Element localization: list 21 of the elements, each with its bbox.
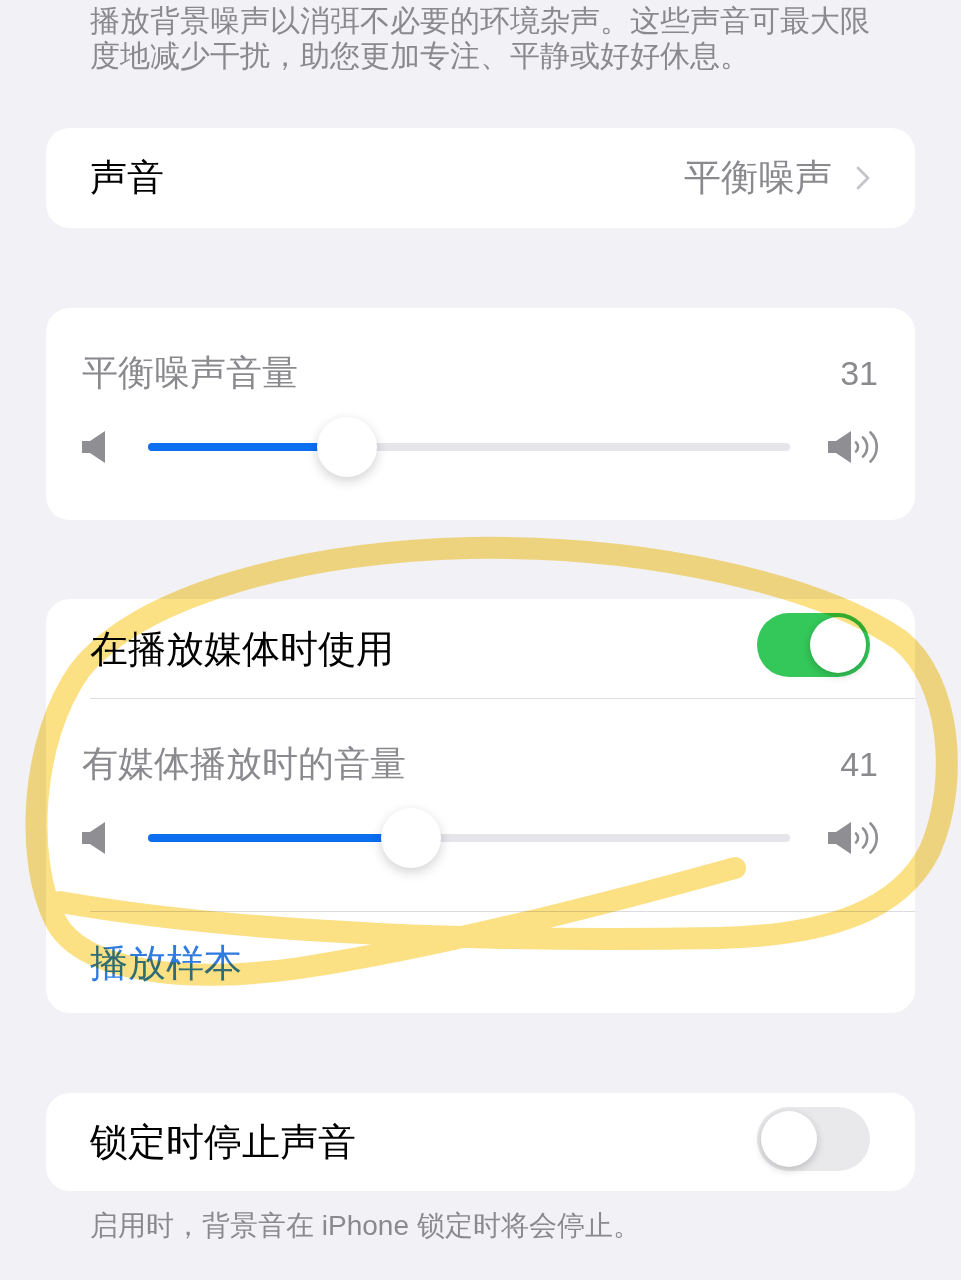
slider-label: 平衡噪声音量 — [82, 351, 298, 395]
slider-value: 31 — [840, 353, 878, 394]
toggle-switch[interactable] — [757, 1106, 870, 1171]
footer-text: 启用时，背景音在 iPhone 锁定时将会停止。 — [90, 1209, 641, 1243]
row-label: 在播放媒体时使用 — [90, 626, 394, 671]
speaker-low-icon — [82, 430, 106, 464]
speaker-high-icon — [828, 430, 880, 464]
slider-label: 有媒体播放时的音量 — [82, 742, 406, 786]
row-label: 锁定时停止声音 — [90, 1120, 356, 1164]
chevron-icon — [856, 166, 870, 190]
slider-value: 41 — [840, 744, 878, 785]
slider-thumb[interactable] — [317, 417, 377, 477]
volume-slider[interactable] — [148, 417, 790, 477]
speaker-high-icon — [828, 821, 880, 855]
volume-slider[interactable] — [148, 808, 790, 868]
toggle-switch[interactable] — [757, 613, 870, 677]
speaker-low-icon — [82, 821, 106, 855]
row-label: 声音 — [90, 156, 164, 200]
row-value: 平衡噪声 — [684, 156, 832, 200]
description-text: 播放背景噪声以消弭不必要的环境杂声。这些声音可最大限度地减少干扰，助您更加专注、平静或好好休息。 — [90, 3, 871, 73]
slider-thumb[interactable] — [381, 808, 442, 868]
